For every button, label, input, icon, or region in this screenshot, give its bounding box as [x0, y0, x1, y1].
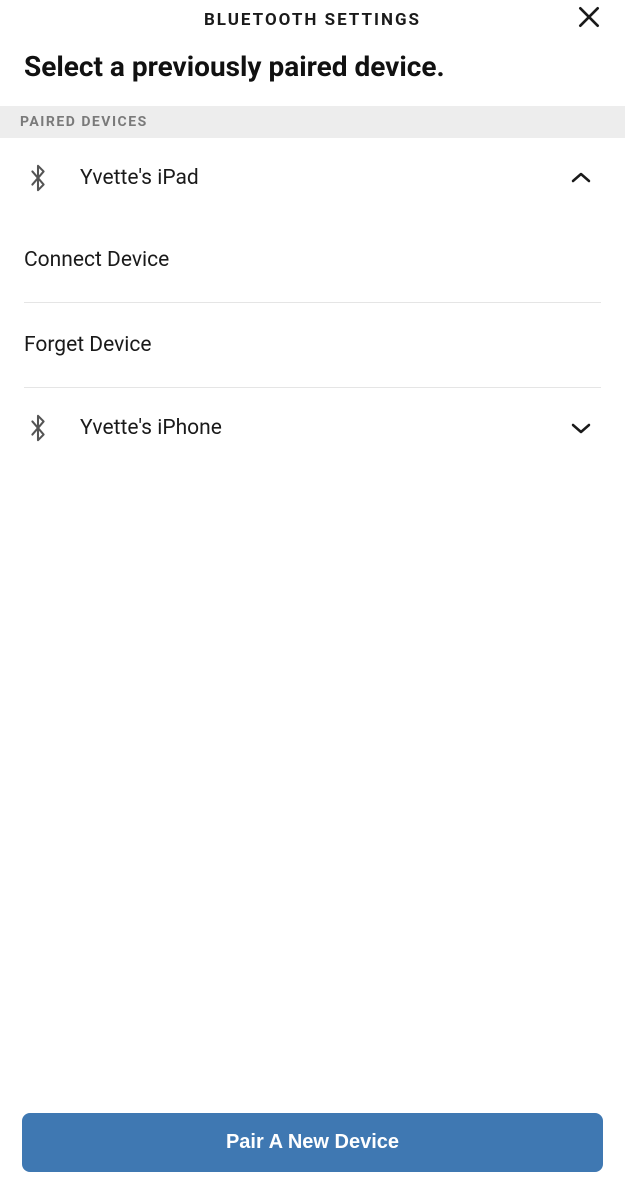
- bluetooth-icon: [24, 414, 52, 442]
- section-header-paired: PAIRED DEVICES: [0, 106, 625, 138]
- footer: Pair A New Device: [0, 1097, 625, 1200]
- close-icon: [576, 4, 602, 34]
- device-name: Yvette's iPad: [80, 166, 569, 190]
- subtitle: Select a previously paired device.: [0, 38, 625, 106]
- spacer: [0, 468, 625, 1097]
- device-name: Yvette's iPhone: [80, 416, 569, 440]
- page-title: BLUETOOTH SETTINGS: [204, 10, 421, 30]
- device-row[interactable]: Yvette's iPad: [0, 138, 625, 218]
- chevron-up-icon: [569, 166, 593, 190]
- close-button[interactable]: [573, 3, 605, 35]
- forget-device-action[interactable]: Forget Device: [24, 303, 601, 388]
- chevron-down-icon: [569, 416, 593, 440]
- bluetooth-icon: [24, 164, 52, 192]
- pair-new-device-button[interactable]: Pair A New Device: [22, 1113, 603, 1172]
- device-actions: Connect Device Forget Device: [0, 218, 625, 388]
- header: BLUETOOTH SETTINGS: [0, 0, 625, 38]
- connect-device-action[interactable]: Connect Device: [24, 218, 601, 303]
- device-row[interactable]: Yvette's iPhone: [0, 388, 625, 468]
